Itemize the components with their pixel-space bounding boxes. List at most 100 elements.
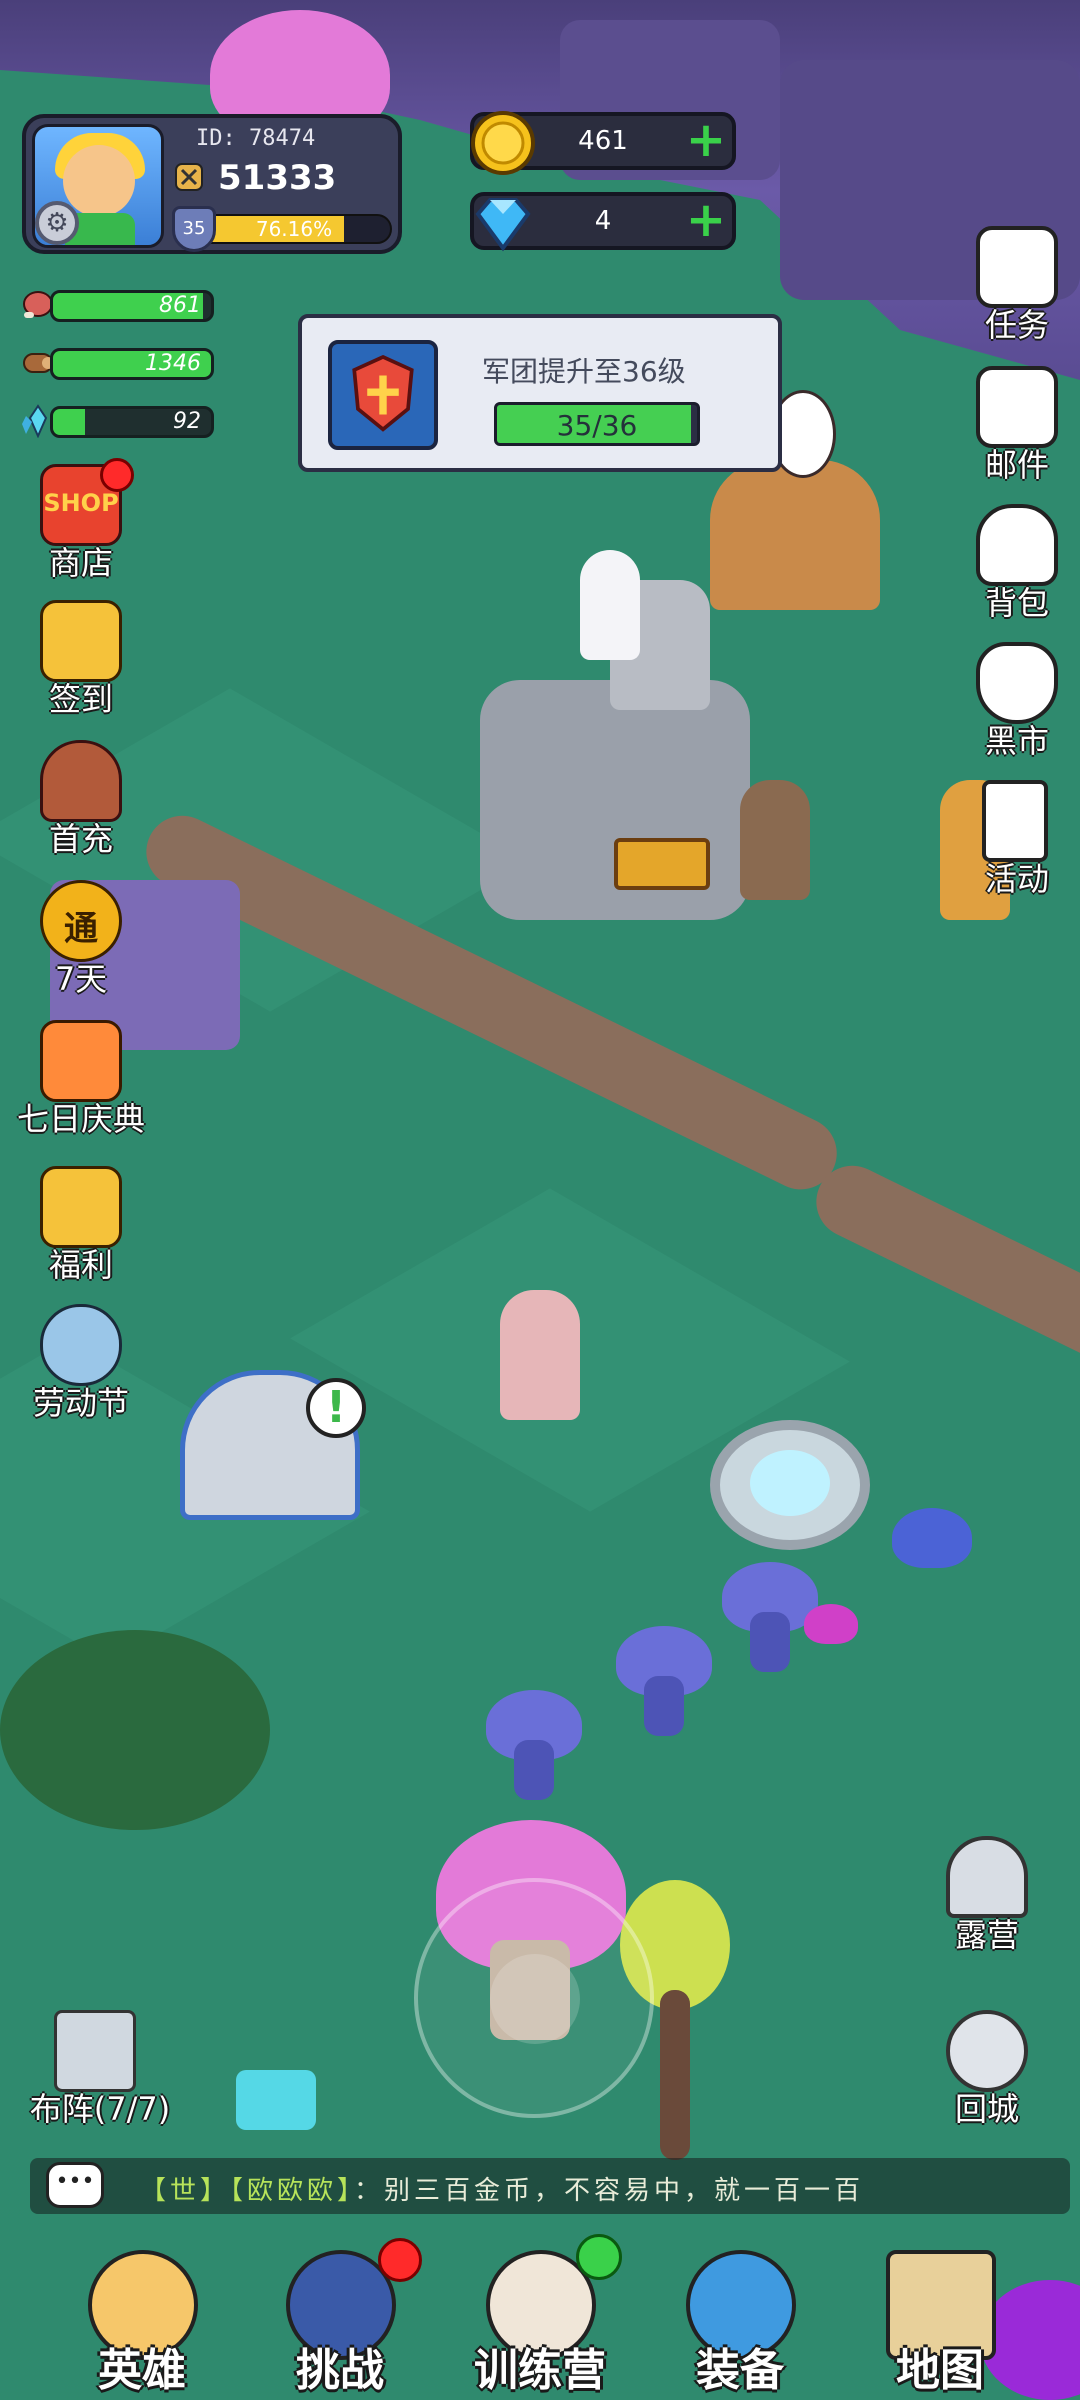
mail-button[interactable]: 邮件: [942, 366, 1080, 486]
character-nurse[interactable]: [580, 550, 640, 660]
gift-box-icon: [40, 1166, 122, 1248]
black-market-label: 黑市: [984, 722, 1049, 760]
formation-button[interactable]: 布阵(7/7): [20, 2010, 180, 2130]
crystal-value: 92: [173, 409, 201, 434]
nav-map[interactable]: 地图: [850, 2240, 1030, 2400]
envelope-icon: [976, 366, 1058, 448]
welfare-button[interactable]: 福利: [6, 1166, 156, 1286]
gold-coin-icon: [471, 111, 535, 175]
resource-fill: [53, 409, 85, 435]
diamond-value: 4: [594, 206, 612, 236]
nav-challenge-label: 挑战: [296, 2345, 384, 2396]
labor-day-label: 劳动节: [32, 1384, 129, 1422]
gear-icon[interactable]: ⚙: [35, 201, 79, 245]
notice-progress: 35/36: [556, 409, 638, 442]
events-label: 活动: [984, 860, 1049, 898]
joystick-knob[interactable]: [490, 1954, 580, 2044]
shop-button[interactable]: SHOP 商店: [6, 458, 156, 584]
money-bag-icon: [976, 642, 1058, 724]
events-button[interactable]: 活动: [942, 780, 1080, 900]
nav-challenge[interactable]: 挑战: [250, 2238, 430, 2400]
notice-title: 军团提升至36级: [482, 355, 686, 388]
backpack-label: 背包: [984, 584, 1049, 622]
clipboard-check-icon: [976, 226, 1058, 308]
sign-in-button[interactable]: 签到: [6, 600, 156, 720]
meat-value: 861: [159, 293, 201, 318]
return-city-label: 回城: [954, 2090, 1019, 2128]
nav-training-camp[interactable]: 训练营: [450, 2234, 630, 2400]
player-profile-panel[interactable]: ⚙ ID: 78474 51333 76.16% 35: [22, 114, 402, 254]
black-market-button[interactable]: 黑市: [942, 642, 1080, 762]
character-elder[interactable]: [500, 1290, 580, 1420]
dirt-path: [804, 1153, 1080, 1385]
resource-crystal: 92: [20, 400, 214, 442]
gift-box-icon: [40, 1020, 122, 1102]
level-shield-icon: 35: [172, 206, 216, 252]
blue-mushroom: [892, 1508, 972, 1568]
notice-progress-bar: 35/36: [494, 402, 700, 446]
crystal-cluster: [236, 2070, 316, 2130]
tasks-button[interactable]: 任务: [942, 226, 1080, 346]
seven-day-celebration-button[interactable]: 七日庆典: [6, 1020, 156, 1140]
camp-label: 露营: [954, 1916, 1019, 1954]
exp-bar: 76.16%: [196, 214, 392, 244]
swirl-portal-icon: [946, 2010, 1028, 2092]
sign-in-label: 签到: [48, 680, 113, 718]
player-level: 35: [182, 218, 206, 239]
backpack-button[interactable]: 背包: [942, 504, 1080, 624]
formation-label: 布阵(7/7): [29, 2090, 171, 2128]
chat-message: 【世】【欧欧欧】：别三百金币，不容易中，就一百一百: [140, 2170, 864, 2207]
tree: [0, 1630, 270, 1830]
wooden-sign[interactable]: [614, 838, 710, 890]
seven-day-pass-button[interactable]: 通 7天: [6, 880, 156, 1000]
alert-mark: !: [325, 1382, 347, 1433]
nav-heroes-label: 英雄: [98, 2345, 186, 2396]
nav-heroes[interactable]: 英雄: [52, 2240, 232, 2400]
chat-sender: 【欧欧欧】: [230, 2176, 355, 2206]
first-recharge-label: 首充: [48, 820, 113, 858]
fist-icon: [40, 1304, 122, 1386]
tasks-label: 任务: [984, 306, 1049, 344]
nav-equipment-label: 装备: [696, 2345, 784, 2396]
add-diamond-button[interactable]: +: [684, 196, 728, 244]
diamond-icon: [475, 198, 531, 252]
thatched-hut[interactable]: [710, 460, 880, 610]
notification-dot: [100, 458, 134, 492]
avatar[interactable]: ⚙: [32, 124, 164, 248]
backpack-icon: [976, 504, 1058, 586]
gold-value: 461: [578, 126, 628, 156]
shop-label: 商店: [48, 544, 113, 582]
welfare-label: 福利: [48, 1246, 113, 1284]
magenta-mushroom: [804, 1604, 858, 1644]
first-recharge-button[interactable]: 首充: [6, 740, 156, 860]
add-gold-button[interactable]: +: [684, 116, 728, 164]
nav-training-camp-label: 训练营: [474, 2345, 606, 2396]
formation-board-icon: [54, 2010, 136, 2092]
power-value: 51333: [218, 158, 337, 198]
seven-day-pass-label: 7天: [54, 960, 108, 998]
pass-coin-icon: 通: [40, 880, 122, 962]
nav-equipment[interactable]: 装备: [650, 2240, 830, 2400]
diamond-counter: 4 +: [470, 192, 736, 252]
resource-meat: 861: [20, 284, 214, 326]
chat-bubble-icon[interactable]: •••: [46, 2162, 104, 2208]
archer-icon: [40, 740, 122, 822]
gift-box-icon: [40, 600, 122, 682]
chat-bar[interactable]: ••• 【世】【欧欧欧】：别三百金币，不容易中，就一百一百: [30, 2158, 1070, 2214]
camp-button[interactable]: 露营: [912, 1836, 1062, 1956]
wood-value: 1346: [145, 351, 201, 376]
labor-day-button[interactable]: 劳动节: [6, 1304, 156, 1424]
alert-bubble[interactable]: !: [306, 1378, 366, 1438]
chat-channel: 【世】: [140, 2176, 231, 2206]
camp-tent-icon: [946, 1836, 1028, 1918]
legion-upgrade-notice[interactable]: 军团提升至36级 35/36: [298, 314, 782, 472]
resource-wood: 1346: [20, 342, 214, 384]
player-id: ID: 78474: [196, 126, 316, 151]
nav-map-label: 地图: [896, 2345, 984, 2396]
exp-percent: 76.16%: [255, 217, 333, 241]
notification-dot: [378, 2238, 422, 2282]
character-swordsman[interactable]: [740, 780, 810, 900]
mail-label: 邮件: [984, 446, 1049, 484]
legion-shield-icon: [328, 340, 438, 450]
return-city-button[interactable]: 回城: [912, 2010, 1062, 2130]
